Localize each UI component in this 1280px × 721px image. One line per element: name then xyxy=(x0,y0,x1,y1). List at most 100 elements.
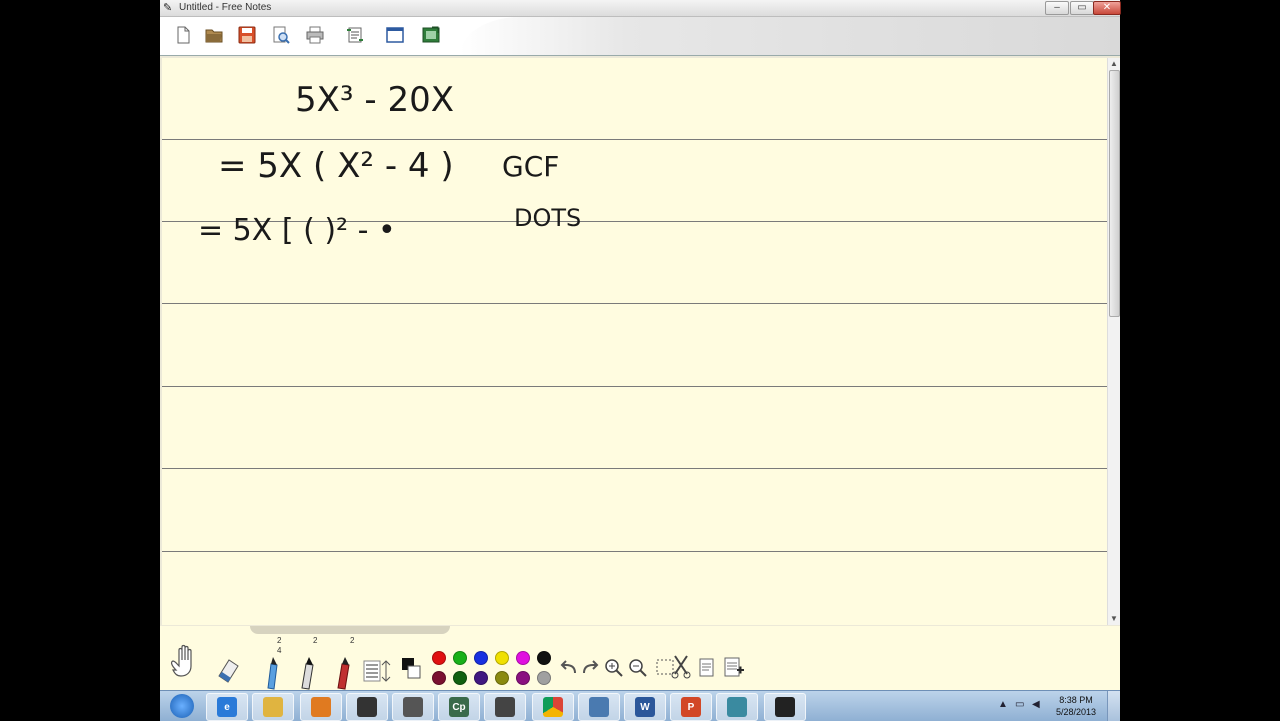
powerpoint-taskbar-button[interactable]: P xyxy=(670,693,712,721)
note-page[interactable]: 5X³ - 20X = 5X ( X² - 4 ) GCF = 5X [ ( )… xyxy=(162,58,1107,625)
color-swatch[interactable] xyxy=(516,651,530,665)
color-swatch[interactable] xyxy=(474,651,488,665)
window-title: Untitled - Free Notes xyxy=(179,2,272,13)
file-explorer-icon xyxy=(263,697,283,717)
hand-pan-icon[interactable] xyxy=(168,642,208,680)
start-button-icon xyxy=(170,694,194,718)
file-explorer-taskbar-button[interactable] xyxy=(252,693,294,721)
title-bar: ✎ Untitled - Free Notes – ▭ ✕ xyxy=(160,0,1121,17)
notes-app-taskbar-button[interactable] xyxy=(716,693,758,721)
handwritten-note-gcf: GCF xyxy=(502,150,560,183)
redo-icon[interactable] xyxy=(581,660,599,676)
window-icon xyxy=(386,27,404,43)
color-swatch[interactable] xyxy=(453,651,467,665)
scroll-thumb[interactable] xyxy=(1109,70,1120,317)
pen-icon: ✎ xyxy=(163,2,173,14)
maximize-button[interactable]: ▭ xyxy=(1070,1,1094,15)
vertical-scrollbar[interactable]: ▲ ▼ xyxy=(1107,58,1120,625)
blue-pen-icon[interactable] xyxy=(260,656,282,690)
black-marker-icon[interactable] xyxy=(296,656,318,690)
network-app-icon xyxy=(589,697,609,717)
open-button[interactable] xyxy=(201,22,227,48)
line-spacing-icon[interactable] xyxy=(380,660,392,682)
cut-scissors-icon[interactable] xyxy=(670,654,692,680)
color-swatch[interactable] xyxy=(537,671,551,685)
ruled-line xyxy=(162,386,1107,387)
color-swatch[interactable] xyxy=(432,651,446,665)
captivate-icon: Cp xyxy=(449,697,469,717)
scroll-up-arrow-icon[interactable]: ▲ xyxy=(1108,59,1120,69)
export-image-button[interactable] xyxy=(418,22,444,48)
ruled-line xyxy=(162,551,1107,552)
pen-app-taskbar-button[interactable] xyxy=(346,693,388,721)
archive-icon xyxy=(403,697,423,717)
handwritten-expression-1: 5X³ - 20X xyxy=(295,80,454,120)
clipboard-icon[interactable] xyxy=(698,656,716,678)
zoom-out-icon[interactable] xyxy=(628,658,648,678)
line-width-icon[interactable] xyxy=(363,660,381,682)
new-button[interactable] xyxy=(170,22,196,48)
word-icon: W xyxy=(635,697,655,717)
print-preview-button[interactable] xyxy=(268,22,294,48)
ruled-line xyxy=(162,303,1107,304)
chrome-taskbar-button[interactable] xyxy=(532,693,574,721)
notes-app-icon xyxy=(727,697,747,717)
main-toolbar xyxy=(160,17,1120,56)
save-disk-icon xyxy=(238,26,256,44)
start-button-taskbar-button[interactable] xyxy=(162,693,202,719)
page-setup-button[interactable] xyxy=(342,22,368,48)
handwritten-note-dots: DOTS xyxy=(514,204,582,232)
color-swatch[interactable] xyxy=(453,671,467,685)
pen-size-sublabel: 4 xyxy=(277,646,282,655)
media-player-icon xyxy=(311,697,331,717)
windows-taskbar: e Cp W P ▲ ▭ ◀ 8:38 PM 5/28/2013 xyxy=(160,690,1120,721)
pen-app-icon xyxy=(357,697,377,717)
toolbar-decoration xyxy=(460,17,1120,55)
word-taskbar-button[interactable]: W xyxy=(624,693,666,721)
color-swatch-icon[interactable] xyxy=(400,656,422,682)
pen-tray xyxy=(250,626,450,634)
color-swatch[interactable] xyxy=(537,651,551,665)
pen-size-label: 2 xyxy=(350,636,355,645)
free-notes-taskbar-button[interactable] xyxy=(764,693,806,721)
archive-taskbar-button[interactable] xyxy=(392,693,434,721)
tray-arrow-icon[interactable]: ▲ xyxy=(998,699,1008,710)
captivate-taskbar-button[interactable]: Cp xyxy=(438,693,480,721)
pen-size-label: 2 xyxy=(277,636,282,645)
color-swatch[interactable] xyxy=(495,671,509,685)
insert-page-icon[interactable] xyxy=(723,656,745,678)
media-player-taskbar-button[interactable] xyxy=(300,693,342,721)
print-button[interactable] xyxy=(302,22,328,48)
window-button[interactable] xyxy=(382,22,408,48)
tray-volume-icon[interactable]: ◀ xyxy=(1032,699,1040,710)
print-icon xyxy=(306,26,324,44)
color-swatch[interactable] xyxy=(432,671,446,685)
page-setup-icon xyxy=(347,27,363,43)
eraser-icon[interactable] xyxy=(215,656,241,686)
open-folder-icon xyxy=(205,29,223,43)
powerpoint-icon: P xyxy=(681,697,701,717)
zoom-in-icon[interactable] xyxy=(604,658,624,678)
internet-explorer-taskbar-button[interactable]: e xyxy=(206,693,248,721)
close-button[interactable]: ✕ xyxy=(1093,1,1121,15)
color-swatch[interactable] xyxy=(474,671,488,685)
ruled-line xyxy=(162,468,1107,469)
color-swatch[interactable] xyxy=(495,651,509,665)
ruled-line xyxy=(162,139,1107,140)
chrome-icon xyxy=(543,697,563,717)
minimize-button[interactable]: – xyxy=(1045,1,1069,15)
tool-palette: 2 4 2 2 xyxy=(160,626,1120,690)
camera-app-taskbar-button[interactable] xyxy=(484,693,526,721)
new-document-icon xyxy=(177,26,190,44)
scroll-down-arrow-icon[interactable]: ▼ xyxy=(1108,614,1120,624)
undo-icon[interactable] xyxy=(560,660,578,676)
show-desktop-button[interactable] xyxy=(1107,691,1120,721)
print-preview-icon xyxy=(273,26,290,44)
network-app-taskbar-button[interactable] xyxy=(578,693,620,721)
color-swatch[interactable] xyxy=(516,671,530,685)
tray-network-icon[interactable]: ▭ xyxy=(1015,699,1024,710)
internet-explorer-icon: e xyxy=(217,697,237,717)
red-highlighter-icon[interactable] xyxy=(332,656,354,690)
save-button[interactable] xyxy=(234,22,260,48)
system-clock[interactable]: 8:38 PM 5/28/2013 xyxy=(1056,694,1096,718)
